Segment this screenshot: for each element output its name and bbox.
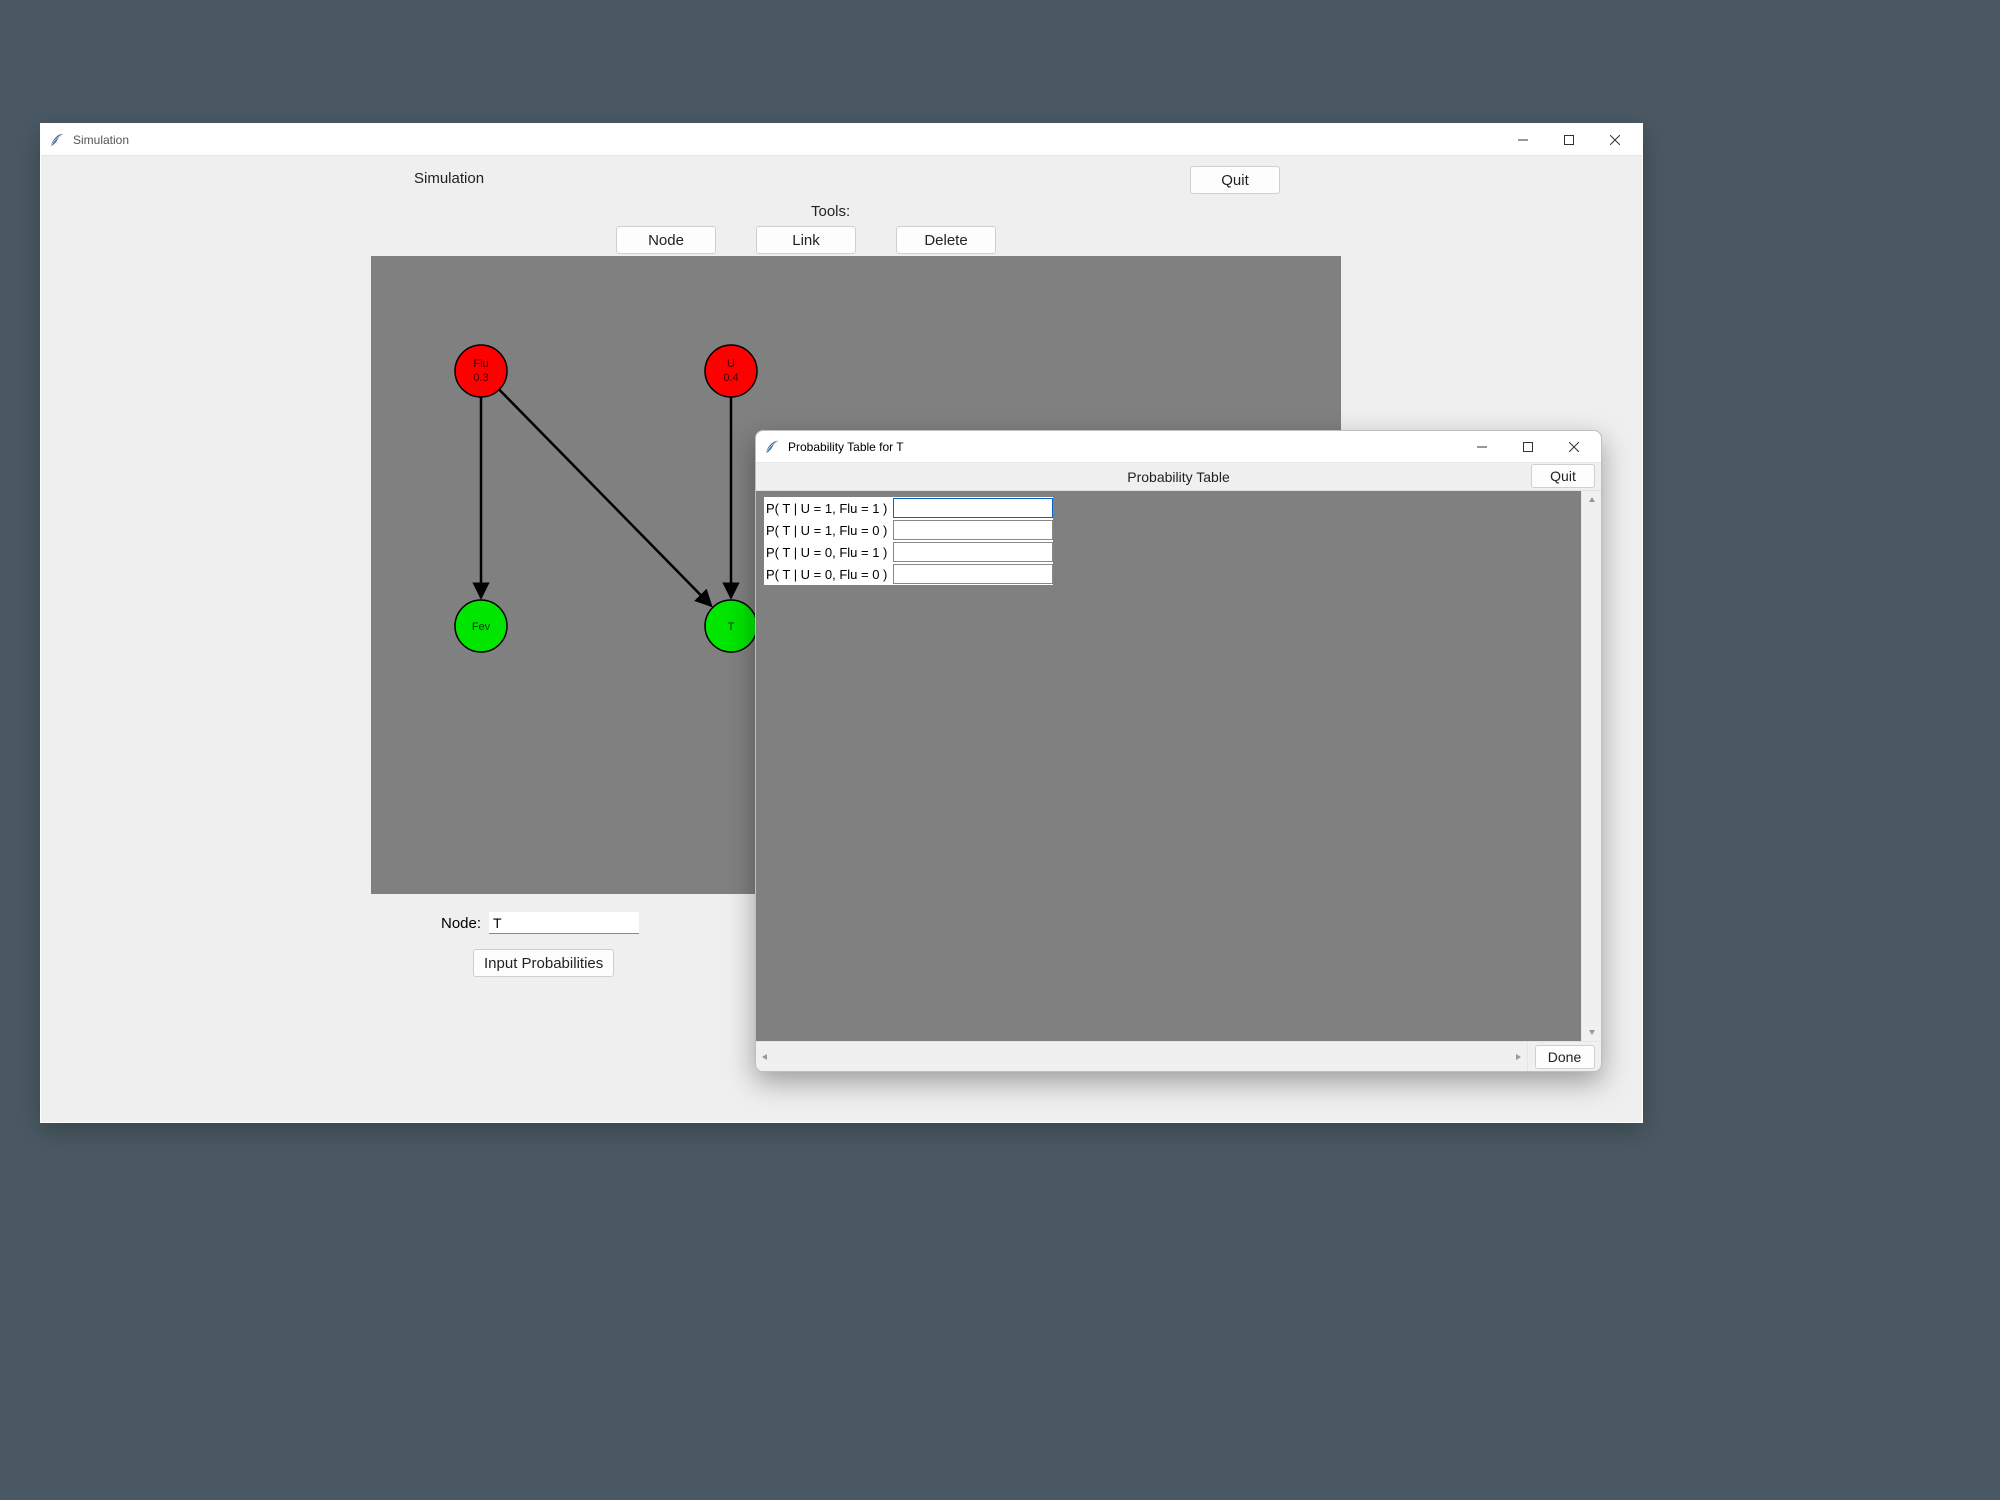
probability-row-label: P( T | U = 1, Flu = 0 ) bbox=[764, 519, 893, 541]
node-Fev[interactable]: Fev bbox=[455, 600, 507, 652]
node-field-row: Node: bbox=[441, 912, 639, 934]
probability-row-input[interactable] bbox=[893, 498, 1053, 518]
node-label: Fev bbox=[472, 621, 491, 633]
delete-tool-button[interactable]: Delete bbox=[896, 226, 996, 254]
probability-row: P( T | U = 1, Flu = 0 ) bbox=[764, 519, 1053, 541]
node-tool-button[interactable]: Node bbox=[616, 226, 716, 254]
feather-icon bbox=[764, 439, 780, 455]
close-button[interactable] bbox=[1551, 432, 1597, 462]
dialog-main: P( T | U = 1, Flu = 1 )P( T | U = 1, Flu… bbox=[756, 491, 1601, 1041]
tool-row: Node Link Delete bbox=[616, 226, 996, 254]
minimize-button[interactable] bbox=[1459, 432, 1505, 462]
main-window-controls bbox=[1500, 125, 1638, 155]
probability-row: P( T | U = 1, Flu = 1 ) bbox=[764, 497, 1053, 519]
dialog-quit-wrapper: Quit bbox=[1531, 464, 1595, 488]
maximize-button[interactable] bbox=[1546, 125, 1592, 155]
probability-row: P( T | U = 0, Flu = 0 ) bbox=[764, 563, 1053, 585]
quit-button[interactable]: Quit bbox=[1190, 166, 1280, 194]
input-probabilities-wrapper: Input Probabilities bbox=[473, 949, 614, 977]
desktop: Simulation Simulation Quit Tools: Node bbox=[0, 0, 2000, 1500]
probability-row: P( T | U = 0, Flu = 1 ) bbox=[764, 541, 1053, 563]
probability-row-label: P( T | U = 0, Flu = 1 ) bbox=[764, 541, 893, 563]
node-label: T bbox=[728, 621, 735, 633]
node-prob: 0.4 bbox=[723, 372, 738, 384]
main-window-title: Simulation bbox=[73, 133, 1500, 147]
node-U[interactable]: U 0.4 bbox=[705, 345, 757, 397]
node-label: U bbox=[727, 358, 735, 370]
probability-row-input[interactable] bbox=[893, 520, 1053, 540]
dialog-quit-button[interactable]: Quit bbox=[1531, 464, 1595, 488]
minimize-button[interactable] bbox=[1500, 125, 1546, 155]
horizontal-scrollbar[interactable] bbox=[756, 1042, 1527, 1071]
node-label: Flu bbox=[473, 358, 488, 370]
scroll-up-icon[interactable] bbox=[1582, 491, 1601, 509]
dialog-window-controls bbox=[1459, 432, 1597, 462]
probability-table-window: Probability Table for T Probability Tabl… bbox=[755, 430, 1602, 1072]
dialog-footer: Done bbox=[756, 1041, 1601, 1071]
simulation-label: Simulation bbox=[414, 170, 484, 187]
input-probabilities-button[interactable]: Input Probabilities bbox=[473, 949, 614, 977]
node-name-input[interactable] bbox=[489, 912, 639, 934]
dialog-titlebar[interactable]: Probability Table for T bbox=[756, 431, 1601, 463]
feather-icon bbox=[49, 132, 65, 148]
node-field-label: Node: bbox=[441, 915, 481, 932]
probability-row-input[interactable] bbox=[893, 564, 1053, 584]
probability-table-title: Probability Table bbox=[1127, 469, 1229, 485]
close-button[interactable] bbox=[1592, 125, 1638, 155]
dialog-canvas[interactable]: P( T | U = 1, Flu = 1 )P( T | U = 1, Flu… bbox=[756, 491, 1581, 1041]
node-prob: 0.3 bbox=[473, 372, 488, 384]
node-T[interactable]: T bbox=[705, 600, 757, 652]
dialog-header: Probability Table Quit bbox=[756, 463, 1601, 491]
dialog-window-title: Probability Table for T bbox=[788, 440, 1459, 454]
maximize-button[interactable] bbox=[1505, 432, 1551, 462]
scroll-down-icon[interactable] bbox=[1582, 1023, 1601, 1041]
quit-button-wrapper: Quit bbox=[1190, 166, 1280, 194]
probability-row-input[interactable] bbox=[893, 542, 1053, 562]
probability-row-label: P( T | U = 0, Flu = 0 ) bbox=[764, 563, 893, 585]
dialog-body: Probability Table Quit P( T | U = 1, Flu… bbox=[756, 463, 1601, 1071]
scroll-left-icon[interactable] bbox=[756, 1042, 774, 1071]
scroll-right-icon[interactable] bbox=[1509, 1042, 1527, 1071]
vertical-scrollbar[interactable] bbox=[1581, 491, 1601, 1041]
probability-row-label: P( T | U = 1, Flu = 1 ) bbox=[764, 497, 893, 519]
dialog-done-wrapper: Done bbox=[1527, 1042, 1601, 1071]
dialog-done-button[interactable]: Done bbox=[1535, 1045, 1595, 1069]
edge-Flu-T[interactable] bbox=[499, 390, 711, 606]
main-titlebar[interactable]: Simulation bbox=[41, 124, 1642, 156]
link-tool-button[interactable]: Link bbox=[756, 226, 856, 254]
node-Flu[interactable]: Flu 0.3 bbox=[455, 345, 507, 397]
probability-rows: P( T | U = 1, Flu = 1 )P( T | U = 1, Flu… bbox=[764, 497, 1053, 585]
tools-label: Tools: bbox=[811, 203, 850, 220]
